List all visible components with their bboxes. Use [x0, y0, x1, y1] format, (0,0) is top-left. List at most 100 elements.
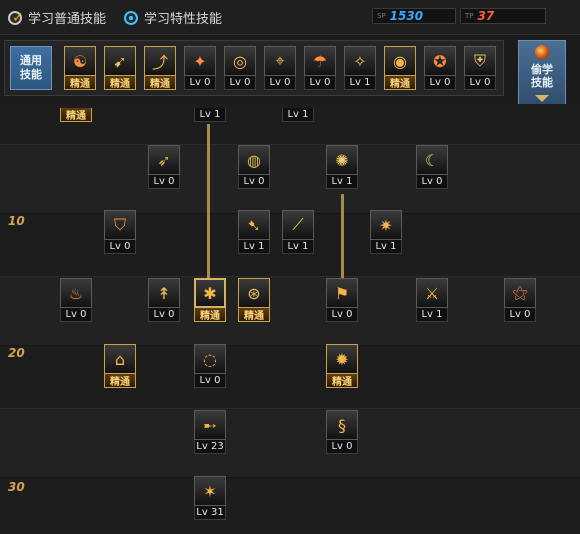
skill-row3-3[interactable]: ⊛ 精通	[238, 278, 270, 322]
skill-row1-1[interactable]: ◍ Lv 0	[238, 145, 270, 189]
tp-tag: TP	[465, 12, 474, 20]
skill-row4-0[interactable]: ⌂ 精通	[104, 344, 136, 388]
skill-level-label: Lv 0	[326, 440, 358, 454]
general-skill-1[interactable]: ➹ 精通	[104, 46, 136, 90]
skill-level-label: Lv 1	[238, 240, 270, 254]
skill-icon-frame: ☯	[64, 46, 96, 76]
skill-row2-3[interactable]: ✷ Lv 1	[370, 210, 402, 254]
general-skills-button[interactable]: 通用 技能	[10, 46, 52, 90]
wings-icon: ✦	[193, 51, 207, 71]
dash-icon: ➹	[113, 51, 127, 71]
skill-level-label: Lv 31	[194, 506, 226, 520]
skill-row2-1[interactable]: ➷ Lv 1	[238, 210, 270, 254]
skill-icon-frame: ◌	[194, 344, 226, 374]
partial-skill-2[interactable]: Lv 1	[282, 108, 314, 152]
wind-icon: ✱	[203, 283, 217, 303]
partial-skill-0[interactable]: 精通	[60, 108, 92, 152]
slash-icon: ⟋	[292, 215, 304, 234]
general-skill-0[interactable]: ☯ 精通	[64, 46, 96, 90]
uppercut-icon: ↟	[157, 283, 171, 303]
general-skill-10[interactable]: ⛨ Lv 0	[464, 46, 496, 90]
skill-icon-frame: ➶	[148, 145, 180, 175]
skill-level-label: Lv 0	[60, 308, 92, 322]
tab-special-label: 学习特性技能	[144, 12, 223, 27]
partial-skill-1[interactable]: Lv 1	[194, 108, 226, 152]
skill-row1-2[interactable]: ✺ Lv 1	[326, 145, 358, 189]
general-skill-3[interactable]: ✦ Lv 0	[184, 46, 216, 90]
skill-level-label: Lv 1	[344, 76, 376, 90]
skill-icon-frame: ☾	[416, 145, 448, 175]
skill-level-label: Lv 0	[464, 76, 496, 90]
skill-icon-frame: ➹	[104, 46, 136, 76]
top-bar: 学习普通技能 学习特性技能 SP 1530 TP 37	[0, 0, 580, 35]
skill-row4-2[interactable]: ✹ 精通	[326, 344, 358, 388]
steal-skills-button[interactable]: 偷学 技能	[518, 40, 566, 106]
skill-level-label: 精通	[104, 374, 136, 388]
skill-row2-2[interactable]: ⟋ Lv 1	[282, 210, 314, 254]
skill-icon-frame: ⚔	[416, 278, 448, 308]
skill-level-label: 精通	[144, 76, 176, 90]
skill-level-label: Lv 1	[194, 108, 226, 122]
reticle-icon: ⌖	[275, 51, 285, 70]
skill-level-label: 精通	[104, 76, 136, 90]
skill-row1-3[interactable]: ☾ Lv 0	[416, 145, 448, 189]
tab-normal-skills[interactable]: 学习普通技能	[8, 8, 106, 27]
steal-label-2: 技能	[531, 76, 553, 89]
skill-level-label: Lv 0	[224, 76, 256, 90]
checkbox-icon	[8, 10, 24, 26]
level-10-label: 10	[8, 214, 25, 228]
skill-row3-2[interactable]: ✱ 精通	[194, 278, 226, 322]
skill-icon-frame: ⤴	[144, 46, 176, 76]
general-skill-6[interactable]: ☂ Lv 0	[304, 46, 336, 90]
skill-level-label: Lv 1	[282, 108, 314, 122]
skill-row4-1[interactable]: ◌ Lv 0	[194, 344, 226, 388]
general-skill-7[interactable]: ✧ Lv 1	[344, 46, 376, 90]
skill-icon-frame: ♨	[60, 278, 92, 308]
crescent-icon: ☾	[424, 150, 440, 170]
skill-level-label: Lv 0	[326, 308, 358, 322]
skill-row3-5[interactable]: ⚔ Lv 1	[416, 278, 448, 322]
spear-icon: ➸	[203, 415, 217, 435]
prerequisite-line	[341, 194, 344, 278]
skill-row5-1[interactable]: § Lv 0	[326, 410, 358, 454]
general-label-2: 技能	[20, 68, 42, 81]
leap-icon: ⤴	[151, 53, 168, 72]
skill-row3-0[interactable]: ♨ Lv 0	[60, 278, 92, 322]
skill-row2-0[interactable]: ⛉ Lv 0	[104, 210, 136, 254]
skill-icon-frame: ⟋	[282, 210, 314, 240]
skill-level-label: Lv 0	[148, 175, 180, 189]
sp-tag: SP	[377, 12, 386, 20]
skill-row6-0[interactable]: ✶ Lv 31	[194, 476, 226, 520]
shield-icon: ⛉	[113, 215, 126, 234]
general-skill-5[interactable]: ⌖ Lv 0	[264, 46, 296, 90]
general-skill-4[interactable]: ◎ Lv 0	[224, 46, 256, 90]
skill-icon-frame: ➸	[194, 410, 226, 440]
general-skill-9[interactable]: ✪ Lv 0	[424, 46, 456, 90]
skill-icon-frame: ✷	[370, 210, 402, 240]
skill-level-label: Lv 0	[504, 308, 536, 322]
tree-row-band	[0, 408, 580, 478]
mushroom-icon: ☂	[312, 51, 328, 71]
burst-icon: ✷	[379, 215, 393, 235]
skill-level-label: Lv 0	[148, 308, 180, 322]
skill-row1-0[interactable]: ➶ Lv 0	[148, 145, 180, 189]
skill-row3-4[interactable]: ⚑ Lv 0	[326, 278, 358, 322]
general-skill-2[interactable]: ⤴ 精通	[144, 46, 176, 90]
guard-icon: ⛨	[473, 51, 486, 70]
skill-level-label: Lv 1	[416, 308, 448, 322]
spark-icon: ✺	[335, 150, 349, 170]
skill-level-label: 精通	[194, 308, 226, 322]
skill-icon-frame: ✺	[326, 145, 358, 175]
skill-row3-6[interactable]: ⚝ Lv 0	[504, 278, 536, 322]
general-skill-8[interactable]: ◉ 精通	[384, 46, 416, 90]
inferno-icon: ✶	[203, 481, 217, 501]
skill-level-label: 精通	[64, 76, 96, 90]
skill-icon-frame: ⌂	[104, 344, 136, 374]
skill-row3-1[interactable]: ↟ Lv 0	[148, 278, 180, 322]
tab-normal-label: 学习普通技能	[28, 12, 107, 27]
fire-claw-icon: ⚝	[512, 283, 528, 302]
tab-special-skills[interactable]: 学习特性技能	[124, 8, 222, 27]
skill-row5-0[interactable]: ➸ Lv 23	[194, 410, 226, 454]
warrior-icon: ⚔	[424, 283, 440, 303]
orb-icon	[535, 45, 549, 59]
